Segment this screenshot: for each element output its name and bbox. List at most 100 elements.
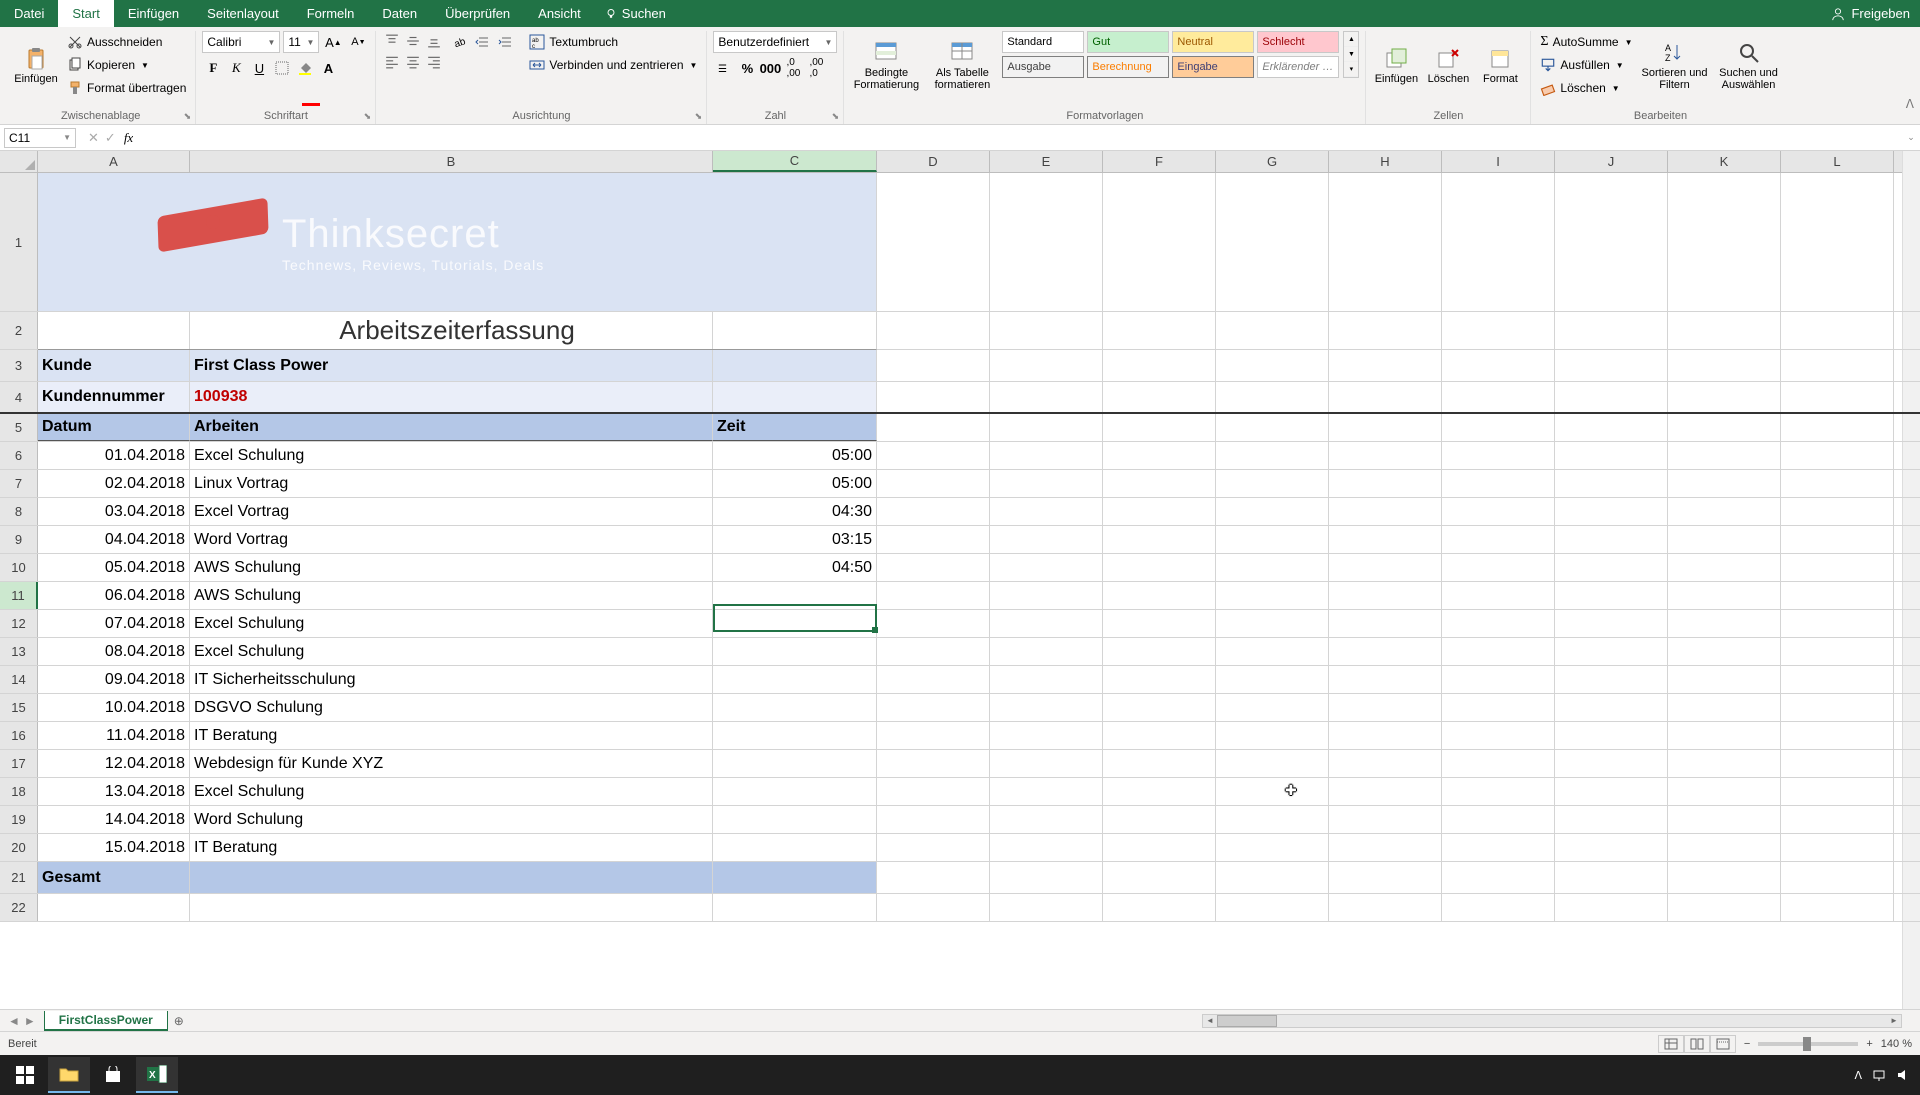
empty-cell[interactable] [877,862,990,893]
add-sheet-button[interactable]: ⊕ [168,1014,190,1028]
empty-cell[interactable] [1103,638,1216,665]
empty-cell[interactable] [1668,414,1781,441]
empty-cell[interactable] [1442,666,1555,693]
cell-task[interactable]: Word Schulung [190,806,713,833]
bold-button[interactable]: F [202,57,224,79]
empty-cell[interactable] [877,350,990,381]
cell-time[interactable] [713,834,877,861]
empty-cell[interactable] [1668,666,1781,693]
empty-cell[interactable] [1555,414,1668,441]
collapse-ribbon-button[interactable]: ᐱ [1906,97,1914,111]
cell-date[interactable]: 09.04.2018 [38,666,190,693]
col-F-header[interactable]: F [1103,151,1216,172]
cell-arbeiten-header[interactable]: Arbeiten [190,414,713,441]
row-7-header[interactable]: 7 [0,470,38,497]
shrink-font-button[interactable]: A▼ [347,31,369,53]
col-L-header[interactable]: L [1781,151,1894,172]
empty-cell[interactable] [1103,312,1216,349]
empty-cell[interactable] [1442,638,1555,665]
row-5-header[interactable]: 5 [0,414,38,441]
col-K-header[interactable]: K [1668,151,1781,172]
empty-cell[interactable] [990,554,1103,581]
number-format-combo[interactable]: Benutzerdefiniert▼ [713,31,837,53]
cell-time[interactable]: 03:15 [713,526,877,553]
empty-cell[interactable] [1103,173,1216,311]
empty-cell[interactable] [1103,834,1216,861]
empty-cell[interactable] [1781,894,1894,921]
cell[interactable] [713,894,877,921]
wrap-text-button[interactable]: abcTextumbruch [526,31,700,53]
empty-cell[interactable] [1103,806,1216,833]
empty-cell[interactable] [1329,778,1442,805]
row-4-header[interactable]: 4 [0,382,38,412]
empty-cell[interactable] [990,442,1103,469]
empty-cell[interactable] [1216,694,1329,721]
page-break-view-button[interactable] [1710,1035,1736,1053]
cancel-formula-button[interactable]: ✕ [88,130,99,146]
empty-cell[interactable] [1442,382,1555,412]
empty-cell[interactable] [877,312,990,349]
cell-date[interactable]: 05.04.2018 [38,554,190,581]
border-button[interactable] [271,57,293,79]
empty-cell[interactable] [1668,610,1781,637]
empty-cell[interactable] [1781,350,1894,381]
empty-cell[interactable] [1668,638,1781,665]
clear-button[interactable]: Löschen▼ [1537,77,1635,99]
cell-time[interactable] [713,666,877,693]
paste-button[interactable]: Einfügen [12,31,60,101]
empty-cell[interactable] [990,312,1103,349]
empty-cell[interactable] [877,414,990,441]
align-right-button[interactable] [424,52,444,72]
empty-cell[interactable] [877,750,990,777]
cell-date[interactable]: 11.04.2018 [38,722,190,749]
cell-date[interactable]: 06.04.2018 [38,582,190,609]
row-18-header[interactable]: 18 [0,778,38,805]
col-H-header[interactable]: H [1329,151,1442,172]
accounting-button[interactable]: ☰ [713,57,735,79]
cell-date[interactable]: 07.04.2018 [38,610,190,637]
cell-date[interactable]: 01.04.2018 [38,442,190,469]
empty-cell[interactable] [1442,834,1555,861]
sort-filter-button[interactable]: AZSortieren und Filtern [1640,31,1710,101]
empty-cell[interactable] [1668,694,1781,721]
fill-color-button[interactable] [294,57,316,79]
empty-cell[interactable] [1329,442,1442,469]
empty-cell[interactable] [1668,554,1781,581]
empty-cell[interactable] [1103,470,1216,497]
cell-kundennummer-label[interactable]: Kundennummer [38,382,190,412]
empty-cell[interactable] [1442,750,1555,777]
row-22-header[interactable]: 22 [0,894,38,921]
empty-cell[interactable] [1781,638,1894,665]
empty-cell[interactable] [1329,414,1442,441]
empty-cell[interactable] [1555,312,1668,349]
empty-cell[interactable] [1555,498,1668,525]
empty-cell[interactable] [1442,610,1555,637]
empty-cell[interactable] [1329,750,1442,777]
underline-button[interactable]: U [248,57,270,79]
empty-cell[interactable] [990,806,1103,833]
cell-kunde-value[interactable]: First Class Power [190,350,713,381]
cell-datum-header[interactable]: Datum [38,414,190,441]
empty-cell[interactable] [1329,470,1442,497]
empty-cell[interactable] [1103,610,1216,637]
row-17-header[interactable]: 17 [0,750,38,777]
excel-task[interactable]: X [136,1057,178,1093]
empty-cell[interactable] [1103,414,1216,441]
empty-cell[interactable] [1781,312,1894,349]
tab-formulas[interactable]: Formeln [293,0,369,27]
align-launcher[interactable]: ⬊ [692,110,704,122]
row-19-header[interactable]: 19 [0,806,38,833]
empty-cell[interactable] [1668,722,1781,749]
empty-cell[interactable] [1442,498,1555,525]
align-center-button[interactable] [403,52,423,72]
empty-cell[interactable] [1668,750,1781,777]
fill-button[interactable]: Ausfüllen▼ [1537,54,1635,76]
empty-cell[interactable] [1781,554,1894,581]
empty-cell[interactable] [1442,526,1555,553]
tab-start[interactable]: Start [58,0,113,27]
empty-cell[interactable] [1329,722,1442,749]
cell-task[interactable]: IT Beratung [190,722,713,749]
cell[interactable] [190,894,713,921]
empty-cell[interactable] [1555,834,1668,861]
format-cells-button[interactable]: Format [1476,31,1524,101]
